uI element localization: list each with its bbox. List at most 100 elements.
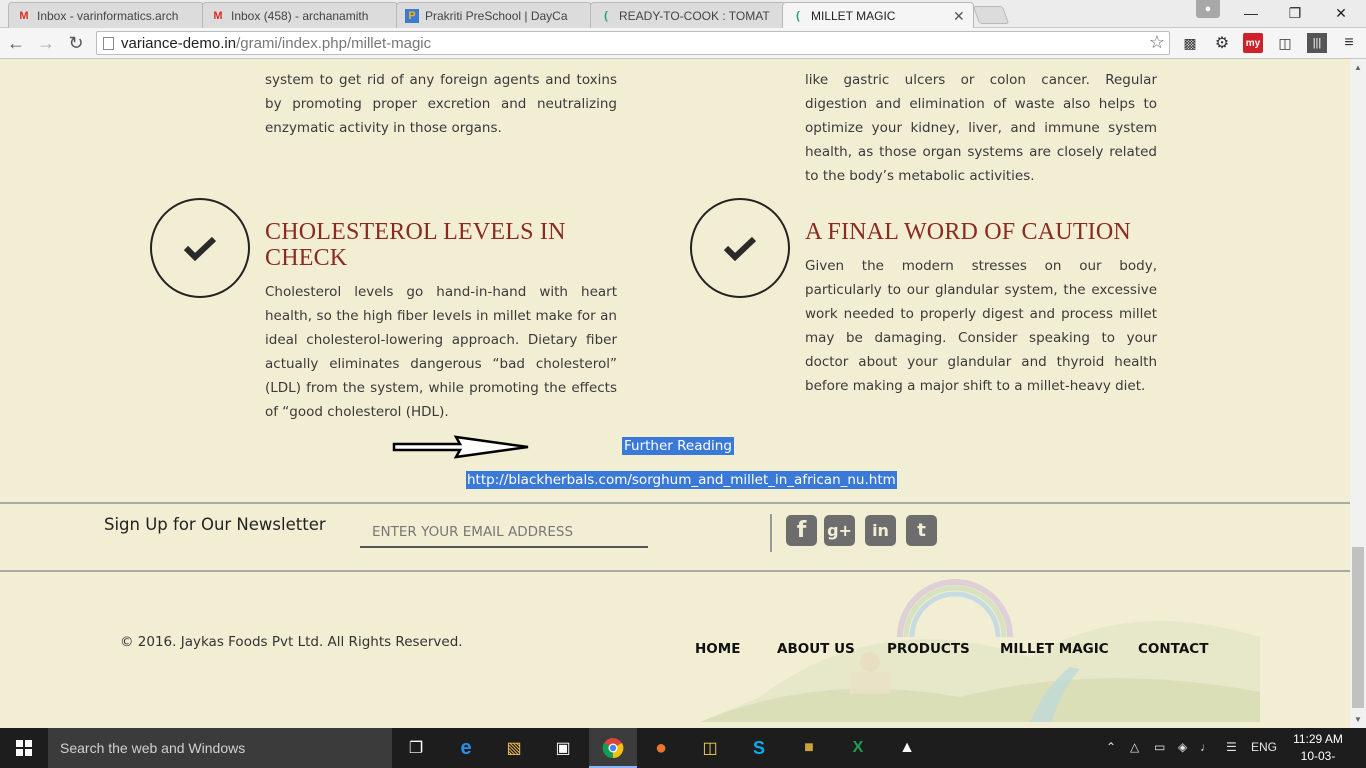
address-bar[interactable]: variance-demo.in/grami/index.php/millet-… <box>96 31 1170 55</box>
minimize-button[interactable]: — <box>1228 0 1274 26</box>
copyright-text: © 2016. Jaykas Foods Pvt Ltd. All Rights… <box>120 634 463 650</box>
language-indicator[interactable]: ENG <box>1251 740 1277 754</box>
cast-icon[interactable]: ▩ <box>1180 33 1200 53</box>
url-host: variance-demo.in <box>121 34 237 52</box>
scrollbar-thumb[interactable] <box>1352 547 1364 708</box>
twitter-icon[interactable]: t <box>906 515 937 546</box>
file-explorer-icon[interactable]: ▧ <box>500 734 528 762</box>
tab-ready-to-cook[interactable]: ( READY-TO-COOK : TOMAT <box>590 2 786 28</box>
my-extension-icon[interactable]: my <box>1243 33 1263 53</box>
library-icon[interactable]: ||| <box>1307 33 1327 53</box>
scroll-up-arrow-icon[interactable]: ▲ <box>1354 63 1362 72</box>
tray-chevron-icon[interactable]: ⌃ <box>1106 740 1116 754</box>
back-arrow-icon[interactable]: ← <box>4 32 28 54</box>
facebook-icon[interactable]: f <box>786 515 817 546</box>
tab-label: Inbox - varinformatics.arch <box>37 8 179 23</box>
clock-date: 10-03-2016 <box>1300 749 1336 768</box>
tab-gmail-inbox-2[interactable]: M Inbox (458) - archanamith <box>202 2 398 28</box>
section-title: A FINAL WORD OF CAUTION <box>805 219 1131 245</box>
chrome-icon[interactable] <box>599 734 627 762</box>
checkmark-icon <box>183 236 217 261</box>
taskbar-search-box[interactable]: Search the web and Windows <box>48 728 392 768</box>
tab-label: Inbox (458) - archanamith <box>231 8 369 23</box>
tab-prakriti[interactable]: P Prakriti PreSchool | DayCa <box>396 2 592 28</box>
volume-icon[interactable]: ♩ <box>1200 740 1212 754</box>
section-body: Cholesterol levels go hand-in-hand with … <box>265 284 617 420</box>
firefox-icon[interactable]: ● <box>647 734 675 762</box>
browser-toolbar: ← → ↻ variance-demo.in/grami/index.php/m… <box>0 28 1366 59</box>
menu-icon[interactable]: ≡ <box>1339 33 1359 53</box>
right-top-paragraph: like gastric ulcers or colon cancer. Reg… <box>805 72 1157 184</box>
section-title: CHOLESTEROL LEVELS IN CHECK <box>265 219 566 271</box>
task-view-icon[interactable]: ❐ <box>402 734 430 762</box>
windows-logo-icon <box>16 740 32 756</box>
reload-icon[interactable]: ↻ <box>64 32 88 54</box>
check-circle <box>150 198 250 298</box>
extension-icon[interactable]: ◫ <box>1275 33 1295 53</box>
site-icon: P <box>405 8 419 23</box>
url-path: /grami/index.php/millet-magic <box>236 34 432 52</box>
further-reading-link[interactable]: http://blackherbals.com/sorghum_and_mill… <box>466 471 897 489</box>
tab-gmail-inbox-1[interactable]: M Inbox - varinformatics.arch <box>8 2 204 28</box>
close-tab-icon[interactable]: ✕ <box>953 8 965 25</box>
notifications-icon[interactable]: ☰ <box>1226 740 1237 754</box>
newsletter-title: Sign Up for Our Newsletter <box>104 515 326 534</box>
check-circle <box>690 198 790 298</box>
further-reading-label: Further Reading <box>622 437 734 455</box>
social-glyph: g+ <box>827 521 852 540</box>
divider <box>0 502 1350 504</box>
gmail-icon: M <box>19 9 29 22</box>
footer-nav-products[interactable]: PRODUCTS <box>887 641 970 657</box>
section-body: Given the modern stresses on our body, p… <box>805 258 1157 394</box>
wifi-icon[interactable]: ◈ <box>1178 740 1187 754</box>
store-icon[interactable]: ▣ <box>549 734 577 762</box>
page-icon <box>103 37 114 50</box>
excel-icon[interactable]: X <box>844 734 872 762</box>
leaf-icon: ( <box>796 10 800 22</box>
chrome-logo <box>602 738 624 759</box>
divider <box>770 514 772 552</box>
photos-icon[interactable]: ▲ <box>893 734 921 762</box>
tab-strip: M Inbox - varinformatics.arch M Inbox (4… <box>0 0 1366 29</box>
social-glyph: f <box>796 518 807 543</box>
footer-nav-contact[interactable]: CONTACT <box>1138 641 1208 657</box>
vertical-scrollbar[interactable]: ▲ ▼ <box>1350 59 1366 728</box>
windows-start-button[interactable] <box>0 728 48 768</box>
newsletter-email-input[interactable] <box>360 514 648 548</box>
arrow-annotation-icon <box>392 435 529 459</box>
google-plus-icon[interactable]: g+ <box>824 515 855 546</box>
clock-time: 11:29 AM <box>1293 732 1343 746</box>
tab-label: MILLET MAGIC <box>811 9 896 23</box>
scroll-down-arrow-icon[interactable]: ▼ <box>1354 715 1362 724</box>
restore-button[interactable]: ❐ <box>1272 0 1318 26</box>
gear-icon[interactable]: ⚙ <box>1212 33 1232 53</box>
footer-nav-about-us[interactable]: ABOUT US <box>777 641 855 657</box>
windows-taskbar: Search the web and Windows ❐ e ▧ ▣ ● ◫ S… <box>0 728 1366 768</box>
forward-arrow-icon[interactable]: → <box>34 32 58 54</box>
leaf-icon: ( <box>604 9 608 22</box>
user-profile-icon[interactable]: ● <box>1196 0 1220 18</box>
footer-nav-home[interactable]: HOME <box>695 641 740 657</box>
tab-label: READY-TO-COOK : TOMAT <box>619 8 770 23</box>
close-window-button[interactable]: ✕ <box>1318 0 1364 26</box>
linkedin-icon[interactable]: in <box>865 515 896 546</box>
page-viewport: system to get rid of any foreign agents … <box>0 59 1350 728</box>
tab-label: Prakriti PreSchool | DayCa <box>425 8 568 23</box>
gmail-icon: M <box>213 9 223 22</box>
social-glyph: in <box>872 521 889 540</box>
edge-icon[interactable]: e <box>452 734 480 762</box>
left-top-paragraph: system to get rid of any foreign agents … <box>265 72 617 136</box>
network-share-icon[interactable]: △ <box>1130 740 1139 754</box>
system-clock[interactable]: 11:29 AM 10-03-2016 <box>1290 731 1346 768</box>
footer-nav-millet-magic[interactable]: MILLET MAGIC <box>1000 641 1109 657</box>
social-glyph: t <box>917 520 926 541</box>
tab-millet-magic[interactable]: ( MILLET MAGIC ✕ <box>782 2 974 29</box>
bookmark-star-icon[interactable]: ☆ <box>1149 32 1165 53</box>
battery-icon[interactable]: ▭ <box>1154 740 1165 754</box>
skype-icon[interactable]: S <box>745 734 773 762</box>
divider <box>0 570 1350 572</box>
new-tab-button[interactable] <box>972 6 1010 24</box>
sticky-notes-icon[interactable]: ◫ <box>696 734 724 762</box>
game-icon[interactable]: ■ <box>795 734 823 762</box>
checkmark-icon <box>723 236 757 261</box>
